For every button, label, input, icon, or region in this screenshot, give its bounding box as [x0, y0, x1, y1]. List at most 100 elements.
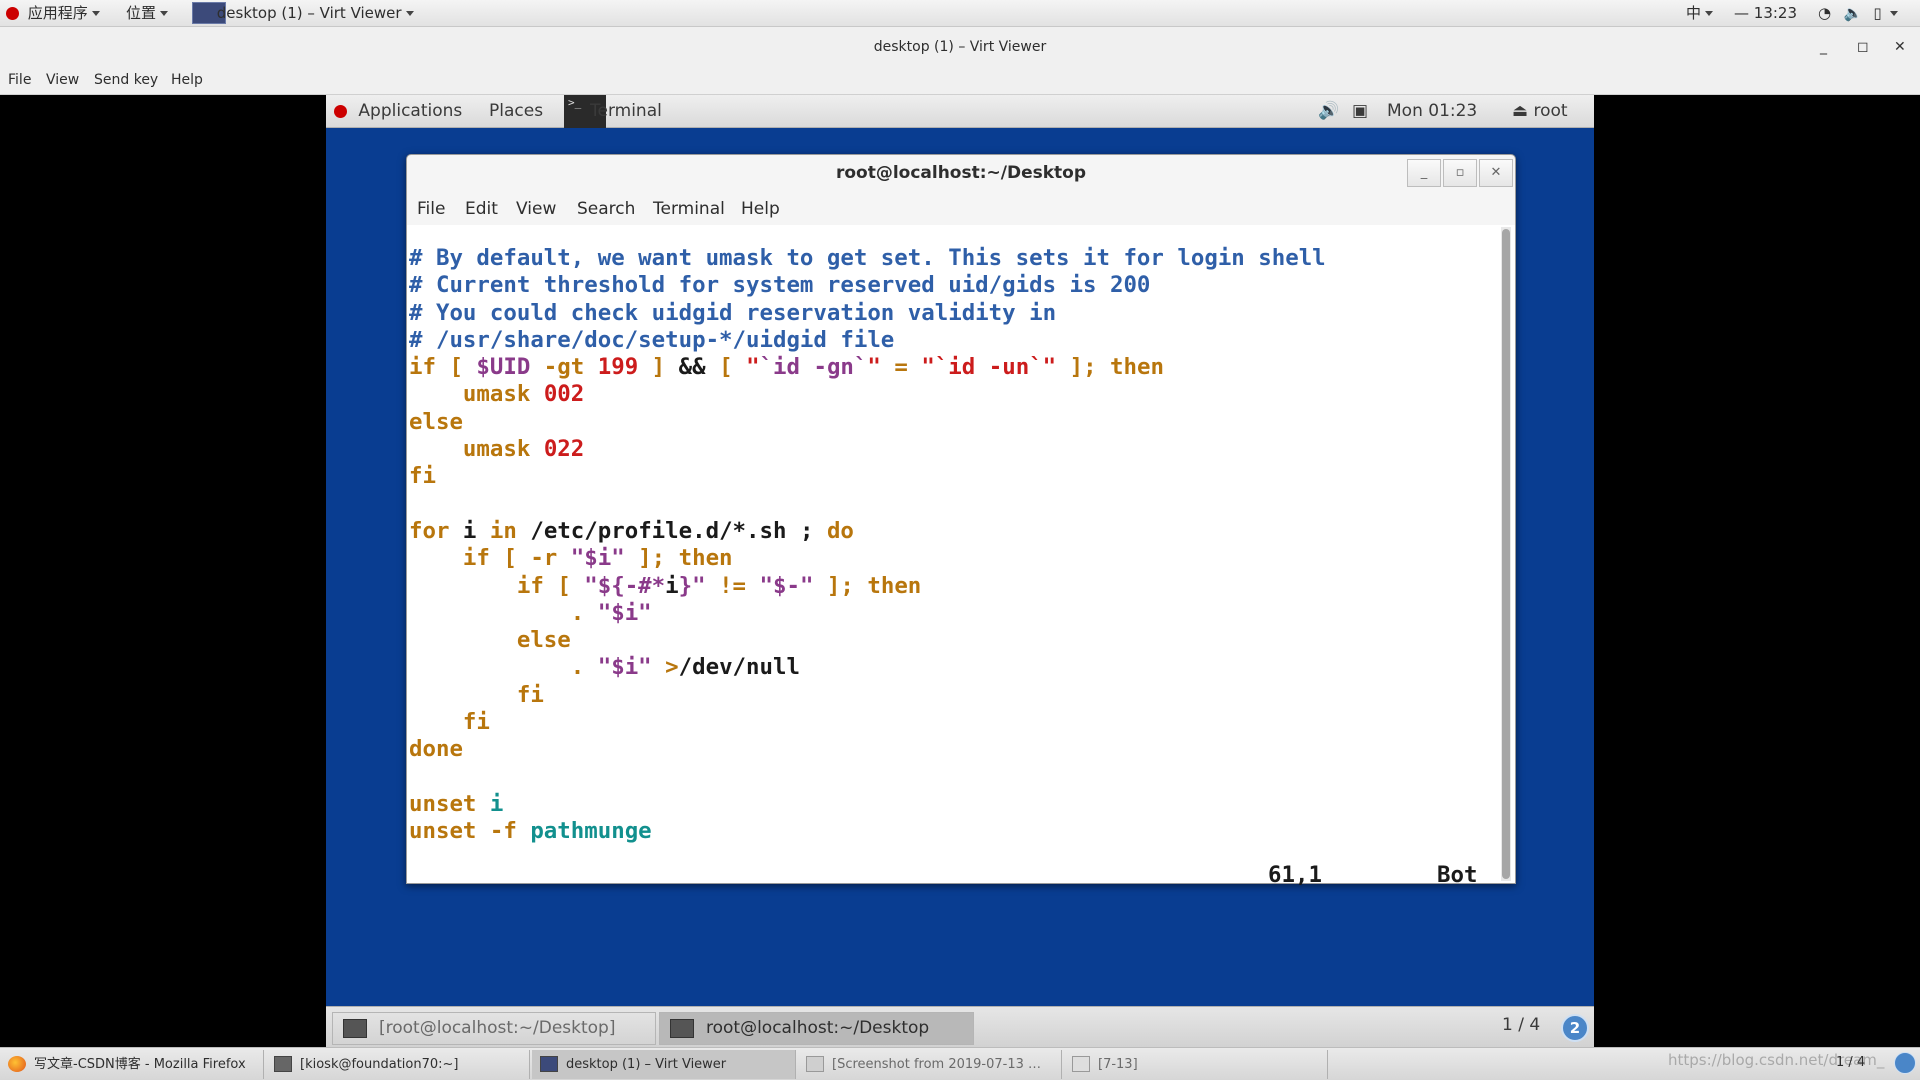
viewer-title: desktop (1) – Virt Viewer	[873, 39, 1047, 55]
terminal-maximize-button[interactable]: ▫	[1443, 159, 1477, 187]
terminal-icon	[274, 1056, 292, 1072]
code-token: "${-#*	[584, 572, 666, 599]
code-line: # By default, we want umask to get set. …	[409, 245, 1326, 272]
host-task-virt-viewer[interactable]: desktop (1) – Virt Viewer	[532, 1050, 796, 1079]
guest-volume-icon[interactable]: 🔊	[1318, 95, 1339, 128]
code-line: # /usr/share/doc/setup-*/uidgid file	[409, 327, 1326, 354]
code-token: fi	[409, 463, 436, 490]
maximize-button[interactable]: ◻	[1857, 27, 1869, 67]
code-token: if [ -r	[409, 545, 571, 572]
code-line: fi	[409, 463, 1326, 490]
code-token: for	[409, 517, 450, 544]
code-token: !=	[705, 572, 760, 599]
viewer-menu-view[interactable]: View	[46, 72, 79, 88]
guest-user-menu[interactable]: ⏏ root	[1512, 95, 1568, 128]
guest-terminal-app[interactable]: Terminal	[590, 95, 662, 128]
input-method-indicator[interactable]: 中	[1686, 0, 1714, 27]
redhat-icon	[334, 105, 347, 118]
host-places-menu[interactable]: 位置	[126, 0, 169, 27]
code-token: /etc/profile.d/*.sh ;	[516, 517, 827, 544]
guest-display[interactable]: Applications Places Terminal 🔊 ▣ Mon 01:…	[326, 95, 1594, 1047]
terminal-menu-edit[interactable]: Edit	[465, 199, 498, 219]
code-token: "	[921, 354, 935, 381]
chevron-down-icon	[91, 11, 100, 16]
code-token: "$i"	[597, 599, 652, 626]
code-token: pathmunge	[530, 818, 652, 845]
guest-workspace-indicator[interactable]: 1 / 4	[1502, 1015, 1540, 1035]
user-icon: ⏏	[1512, 101, 1529, 121]
host-workspace-indicator[interactable]: 1 / 4	[1836, 1055, 1865, 1070]
terminal-menu-terminal[interactable]: Terminal	[653, 199, 725, 219]
terminal-menu-view[interactable]: View	[516, 199, 556, 219]
code-token: "$-"	[759, 572, 814, 599]
code-token: &&	[678, 354, 706, 381]
scrollbar-thumb[interactable]	[1502, 229, 1510, 879]
guest-workspace-button[interactable]: 2	[1561, 1014, 1589, 1042]
viewer-menu-help[interactable]: Help	[171, 72, 203, 88]
viewer-menu-send-key[interactable]: Send key	[94, 72, 158, 88]
chevron-down-icon	[1890, 11, 1899, 16]
host-task-kiosk-terminal[interactable]: [kiosk@foundation70:~]	[266, 1050, 530, 1079]
code-token: i	[489, 790, 504, 817]
code-token: "	[1042, 354, 1057, 381]
terminal-menu-file[interactable]: File	[417, 199, 445, 219]
code-line: # You could check uidgid reservation val…	[409, 300, 1326, 327]
host-workspace-button[interactable]	[1894, 1052, 1916, 1074]
guest-taskbar: [root@localhost:~/Desktop] root@localhos…	[326, 1006, 1594, 1047]
vim-buffer[interactable]: # By default, we want umask to get set. …	[409, 245, 1326, 846]
vim-cursor-position: 61,1	[1268, 862, 1322, 888]
terminal-scrollbar[interactable]	[1501, 227, 1511, 881]
code-token: 022	[543, 436, 585, 463]
code-line: . "$i" >/dev/null	[409, 654, 1326, 681]
code-token: umask	[409, 436, 544, 463]
minimize-button[interactable]: _	[1820, 27, 1827, 67]
code-line: if [ -r "$i" ]; then	[409, 545, 1326, 572]
code-token: "	[867, 354, 881, 381]
guest-top-panel: Applications Places Terminal 🔊 ▣ Mon 01:…	[326, 95, 1594, 128]
code-token: i	[449, 517, 490, 544]
code-token: ]; then	[1056, 354, 1164, 381]
guest-task-terminal-1[interactable]: [root@localhost:~/Desktop]	[332, 1012, 656, 1045]
host-applications-menu[interactable]: 应用程序	[6, 0, 100, 27]
chevron-down-icon	[1705, 11, 1714, 16]
guest-clock[interactable]: Mon 01:23	[1387, 95, 1477, 128]
terminal-menu-search[interactable]: Search	[577, 199, 635, 219]
guest-places-menu[interactable]: Places	[489, 95, 543, 128]
host-task-firefox[interactable]: 写文章-CSDN博客 - Mozilla Firefox	[0, 1050, 264, 1079]
terminal-content[interactable]: # By default, we want umask to get set. …	[407, 225, 1515, 888]
viewer-menu-file[interactable]: File	[8, 72, 31, 88]
code-token: "$i"	[570, 545, 625, 572]
guest-network-icon[interactable]: ▣	[1352, 95, 1368, 128]
host-system-status[interactable]: ◔ 🔈 ▯	[1818, 0, 1899, 27]
code-token: fi	[409, 709, 490, 736]
terminal-minimize-button[interactable]: _	[1407, 159, 1441, 187]
code-token: /dev/null	[678, 654, 800, 681]
host-active-window-menu[interactable]: desktop (1) – Virt Viewer	[192, 0, 414, 27]
code-line: fi	[409, 709, 1326, 736]
host-clock[interactable]: — 13:23	[1734, 0, 1797, 27]
terminal-close-button[interactable]: ✕	[1479, 159, 1513, 187]
code-token: -gt	[530, 354, 598, 381]
code-token: # /usr/share/doc/setup-*/uidgid file	[409, 326, 895, 353]
code-token: .	[409, 599, 598, 626]
guest-applications-menu[interactable]: Applications	[334, 95, 462, 128]
code-token: "	[746, 354, 760, 381]
terminal-window[interactable]: root@localhost:~/Desktop _ ▫ ✕ File Edit…	[406, 154, 1516, 888]
code-line: else	[409, 409, 1326, 436]
host-task-screenshot[interactable]: [Screenshot from 2019-07-13 …	[798, 1050, 1062, 1079]
code-token: [	[705, 354, 747, 381]
code-token: else	[409, 627, 571, 654]
viewer-menubar: File View Send key Help	[0, 67, 1920, 95]
code-token: umask	[409, 381, 544, 408]
code-token: fi	[409, 681, 544, 708]
code-token: =	[880, 354, 922, 381]
dash-icon: —	[1734, 4, 1749, 22]
terminal-menu-help[interactable]: Help	[741, 199, 780, 219]
battery-icon: ▯	[1873, 4, 1882, 22]
document-icon	[1072, 1056, 1090, 1072]
guest-task-terminal-2[interactable]: root@localhost:~/Desktop	[659, 1012, 974, 1045]
host-task-folder[interactable]: [7-13]	[1064, 1050, 1328, 1079]
close-button[interactable]: ✕	[1894, 27, 1906, 67]
vim-scroll-position: Bot	[1437, 862, 1478, 888]
